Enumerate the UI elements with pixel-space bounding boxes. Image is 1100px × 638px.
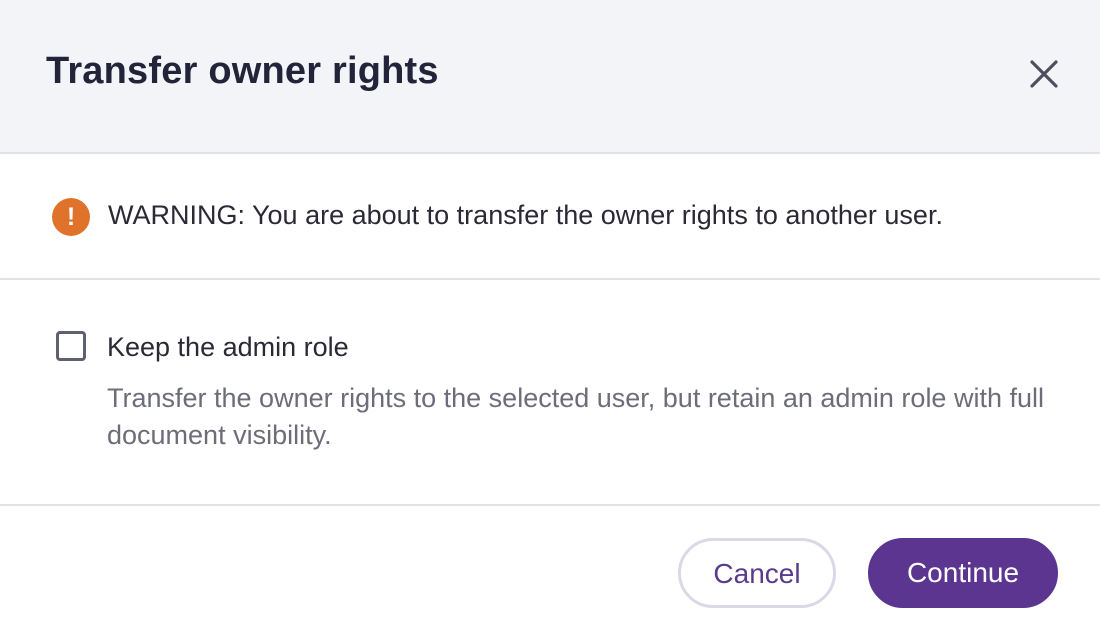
close-icon xyxy=(1030,60,1058,88)
exclamation-icon: ! xyxy=(52,198,90,236)
dialog-title: Transfer owner rights xyxy=(46,50,439,92)
cancel-button[interactable]: Cancel xyxy=(678,538,836,608)
dialog-header: Transfer owner rights xyxy=(0,0,1100,154)
close-button[interactable] xyxy=(1022,52,1066,96)
keep-admin-checkbox[interactable] xyxy=(56,331,86,361)
continue-button[interactable]: Continue xyxy=(868,538,1058,608)
warning-text: WARNING: You are about to transfer the o… xyxy=(108,200,943,230)
keep-admin-option: Keep the admin role Transfer the owner r… xyxy=(0,280,1100,506)
dialog-footer: Cancel Continue xyxy=(0,506,1100,638)
warning-banner: ! WARNING: You are about to transfer the… xyxy=(0,154,1100,280)
keep-admin-label[interactable]: Keep the admin role xyxy=(107,332,349,363)
transfer-owner-dialog: Transfer owner rights ! WARNING: You are… xyxy=(0,0,1100,638)
keep-admin-description: Transfer the owner rights to the selecte… xyxy=(107,383,1044,450)
